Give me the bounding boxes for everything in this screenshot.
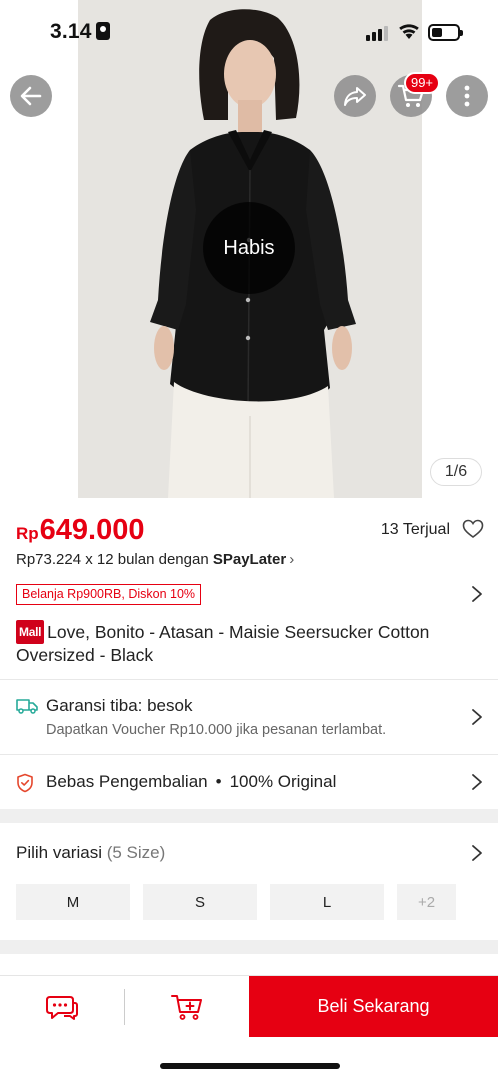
buy-now-button[interactable]: Beli Sekarang [249, 976, 498, 1037]
variant-options: M S L +2 [16, 884, 456, 920]
product-image-carousel[interactable]: 3.14 99+ Habis 1/6 [0, 0, 498, 498]
status-time: 3.14 [50, 20, 110, 44]
chat-icon [46, 995, 78, 1020]
status-bar: 3.14 [0, 0, 498, 66]
back-button[interactable] [10, 75, 52, 117]
cellular-signal-icon [366, 26, 388, 41]
delivery-truck-icon [16, 699, 38, 714]
discount-promo-tag[interactable]: Belanja Rp900RB, Diskon 10% [16, 584, 202, 605]
product-title-text: Love, Bonito - Atasan - Maisie Seersucke… [16, 622, 430, 665]
chevron-right-icon: › [289, 551, 295, 568]
return-info: Bebas Pengembalian • 100% Original [46, 772, 336, 792]
bottom-action-bar: Beli Sekarang [0, 975, 498, 1037]
chevron-right-icon [472, 774, 482, 790]
variant-selector-title[interactable]: Pilih variasi (5 Size) [16, 843, 165, 863]
price-value: 649.000 [39, 514, 145, 546]
more-vertical-icon [464, 85, 470, 107]
paylater-installment[interactable]: Rp73.224 x 12 bulan dengan SPayLater › [16, 551, 294, 568]
chevron-right-icon[interactable] [470, 584, 484, 604]
product-title: Mall Love, Bonito - Atasan - Maisie Seers… [16, 620, 486, 666]
share-button[interactable] [334, 75, 376, 117]
original-label: 100% Original [229, 772, 337, 791]
cart-count-badge: 99+ [404, 72, 440, 94]
section-gap [0, 940, 498, 954]
id-card-icon [95, 22, 110, 40]
chevron-right-icon [472, 709, 482, 725]
free-return-label: Bebas Pengembalian [46, 772, 208, 791]
shipping-guarantee-row[interactable]: Garansi tiba: besok Dapatkan Voucher Rp1… [0, 680, 498, 754]
paylater-brand: SPayLater [212, 551, 287, 568]
variant-more-options[interactable]: +2 [397, 884, 456, 920]
heart-icon[interactable] [462, 519, 484, 539]
home-indicator[interactable] [160, 1063, 340, 1069]
mall-badge: Mall [16, 620, 45, 644]
battery-icon [428, 24, 463, 41]
variant-option-m[interactable]: M [16, 884, 130, 920]
free-return-row[interactable]: Bebas Pengembalian • 100% Original [0, 755, 498, 809]
add-to-cart-icon [171, 994, 202, 1020]
out-of-stock-overlay: Habis [203, 202, 295, 294]
price: Rp 649.000 [16, 514, 145, 547]
share-icon [344, 87, 366, 106]
status-time-text: 3.14 [50, 20, 92, 43]
chat-button[interactable] [0, 976, 124, 1037]
more-options-button[interactable] [446, 75, 488, 117]
shipping-title: Garansi tiba: besok [46, 696, 193, 715]
sold-count: 13 Terjual [380, 521, 450, 538]
variant-title-text: Pilih variasi [16, 843, 102, 862]
shipping-subtitle: Dapatkan Voucher Rp10.000 jika pesanan t… [46, 722, 387, 738]
installment-text: Rp73.224 x 12 bulan dengan [16, 551, 213, 568]
wifi-icon [399, 24, 419, 39]
add-to-cart-button[interactable] [125, 976, 249, 1037]
shield-check-icon [17, 773, 33, 793]
price-currency: Rp [16, 524, 39, 543]
separator-dot: • [215, 772, 222, 791]
arrow-left-icon [20, 86, 42, 106]
variant-option-l[interactable]: L [270, 884, 384, 920]
image-page-indicator: 1/6 [430, 458, 482, 486]
variant-option-s[interactable]: S [143, 884, 257, 920]
variant-count: (5 Size) [106, 843, 166, 862]
section-gap [0, 809, 498, 823]
chevron-right-icon[interactable] [470, 843, 484, 863]
